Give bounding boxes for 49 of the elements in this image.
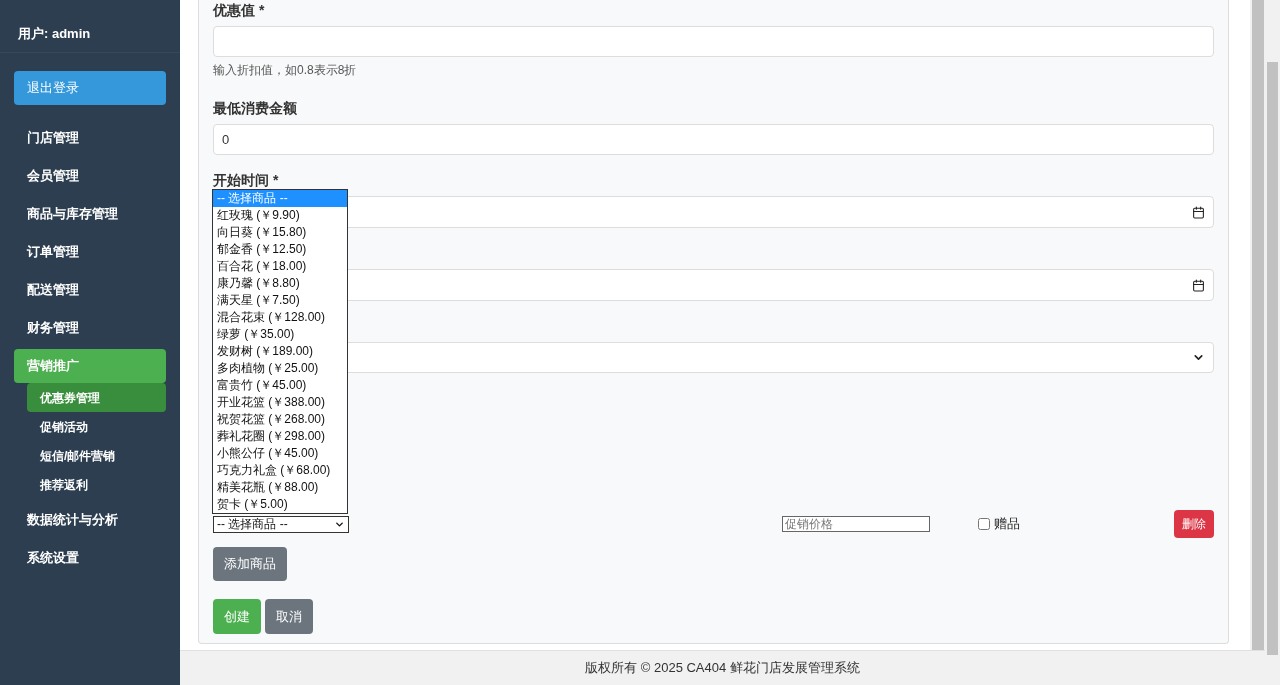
gift-label: 赠品 (994, 515, 1020, 534)
dropdown-option[interactable]: 巧克力礼盒 (￥68.00) (213, 462, 347, 479)
dropdown-option[interactable]: 康乃馨 (￥8.80) (213, 275, 347, 292)
dropdown-option[interactable]: 开业花篮 (￥388.00) (213, 394, 347, 411)
delete-button[interactable]: 删除 (1174, 510, 1214, 538)
gift-checkbox[interactable] (978, 518, 990, 530)
field-label: 优惠值 * (213, 1, 266, 20)
dropdown-option[interactable]: 富贵竹 (￥45.00) (213, 377, 347, 394)
nav-item[interactable]: 商品与库存管理 (14, 197, 166, 231)
add-product-button[interactable]: 添加商品 (213, 547, 287, 581)
dropdown-option[interactable]: 多肉植物 (￥25.00) (213, 360, 347, 377)
promo-price-field[interactable]: 促销价格 (782, 516, 930, 532)
nav-subitem[interactable]: 促销活动 (27, 412, 166, 441)
field-label: 开始时间 * (213, 171, 280, 190)
product-select[interactable]: -- 选择商品 -- (213, 515, 349, 533)
calendar-icon[interactable] (1192, 278, 1205, 292)
dropdown-option[interactable]: 小熊公仔 (￥45.00) (213, 445, 347, 462)
nav-subitem[interactable]: 短信/邮件营销 (27, 441, 166, 470)
page-scrollbar[interactable] (1265, 0, 1280, 685)
calendar-icon[interactable] (1192, 205, 1205, 219)
nav-item[interactable]: 订单管理 (14, 235, 166, 269)
nav-item[interactable]: 配送管理 (14, 273, 166, 307)
dropdown-option[interactable]: 葬礼花圈 (￥298.00) (213, 428, 347, 445)
dropdown-option[interactable]: 满天星 (￥7.50) (213, 292, 347, 309)
dropdown-option[interactable]: 向日葵 (￥15.80) (213, 224, 347, 241)
dropdown-option[interactable]: 郁金香 (￥12.50) (213, 241, 347, 258)
nav-subitem[interactable]: 推荐返利 (27, 470, 166, 499)
text-field[interactable] (213, 26, 1214, 57)
nav-item[interactable]: 数据统计与分析 (14, 503, 166, 537)
scrollbar[interactable] (1250, 0, 1265, 650)
nav-item[interactable]: 财务管理 (14, 311, 166, 345)
nav-item[interactable]: 门店管理 (14, 121, 166, 155)
dropdown-option[interactable]: 红玫瑰 (￥9.90) (213, 207, 347, 224)
field-label: 最低消费金额 (213, 99, 298, 118)
dropdown-option[interactable]: 发财树 (￥189.00) (213, 343, 347, 360)
dropdown-option[interactable]: 精美花瓶 (￥88.00) (213, 479, 347, 496)
nav-item[interactable]: 系统设置 (14, 541, 166, 575)
copyright-text: 版权所有 © 2025 CA404 鲜花门店发展管理系统 (585, 659, 860, 678)
dropdown-option[interactable]: 祝贺花篮 (￥268.00) (213, 411, 347, 428)
cancel-button[interactable]: 取消 (265, 599, 313, 634)
field-hint: 输入折扣值，如0.8表示8折 (213, 62, 358, 79)
user-label: 用户: admin (18, 25, 91, 44)
dropdown-option[interactable]: 绿萝 (￥35.00) (213, 326, 347, 343)
text-field[interactable]: 0 (213, 124, 1214, 155)
dropdown-option[interactable]: 百合花 (￥18.00) (213, 258, 347, 275)
nav-item[interactable]: 会员管理 (14, 159, 166, 193)
nav-subitem[interactable]: 优惠券管理 (27, 383, 166, 412)
dropdown-option[interactable]: 贺卡 (￥5.00) (213, 496, 347, 513)
dropdown-option[interactable]: 混合花束 (￥128.00) (213, 309, 347, 326)
